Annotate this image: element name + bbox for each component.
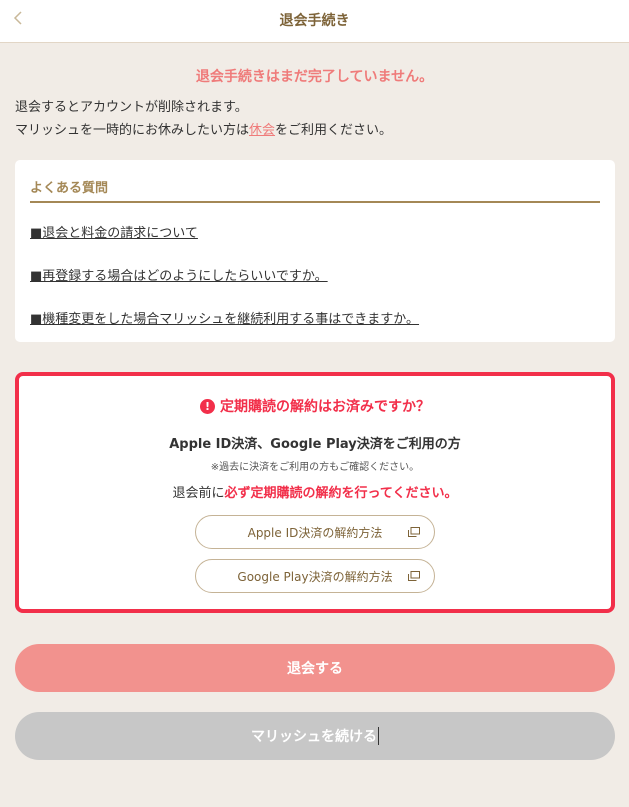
notice-line-2: マリッシュを一時的にお休みしたい方は休会をご利用ください。 — [15, 119, 392, 142]
subscription-heading: ! 定期購読の解約はお済みですか？ — [19, 396, 611, 416]
google-cancel-guide-label: Google Play決済の解約方法 — [237, 569, 393, 584]
withdraw-notice: 退会するとアカウントが削除されます。 マリッシュを一時的にお休みしたい方は休会を… — [15, 96, 392, 142]
subscription-heading-text: 定期購読の解約はお済みですか？ — [220, 399, 430, 415]
external-window-icon — [408, 571, 420, 581]
text-cursor — [378, 727, 379, 745]
notice-text-after: をご利用ください。 — [275, 123, 393, 138]
payment-note: ※過去に決済をご利用の方もご確認ください。 — [210, 462, 420, 473]
pause-link[interactable]: 休会 — [249, 123, 275, 138]
apple-cancel-guide-label: Apple ID決済の解約方法 — [247, 525, 383, 540]
faq-link-reregister[interactable]: ■再登録する場合はどのようにしたらいいですか。 — [30, 265, 328, 284]
incomplete-warning: 退会手続きはまだ完了していません。 — [195, 69, 434, 85]
google-cancel-guide-button[interactable]: Google Play決済の解約方法 — [195, 559, 435, 593]
header-bar: 退会手続き — [0, 0, 629, 43]
subscription-warning-box: ! 定期購読の解約はお済みですか？ Apple ID決済、Google Play… — [15, 372, 615, 613]
notice-line-1: 退会するとアカウントが削除されます。 — [15, 100, 248, 115]
faq-card: よくある質問 ■退会と料金の請求について ■再登録する場合はどのようにしたらいい… — [15, 160, 615, 342]
continue-button-label: マリッシュを続ける — [251, 729, 377, 745]
exclamation-circle-icon: ! — [200, 398, 215, 414]
page-title: 退会手続き — [279, 13, 350, 29]
faq-divider — [30, 201, 600, 203]
cancel-instruction-before: 退会前に — [172, 486, 225, 501]
payment-methods-text: Apple ID決済、Google Play決済をご利用の方 — [169, 437, 461, 452]
external-window-icon — [408, 527, 420, 537]
cancel-instruction-emphasis: 必ず定期購読の解約を行ってください。 — [224, 486, 458, 501]
faq-link-billing[interactable]: ■退会と料金の請求について — [30, 222, 198, 241]
faq-title: よくある質問 — [30, 181, 109, 196]
notice-text-before: マリッシュを一時的にお休みしたい方は — [15, 123, 250, 138]
faq-link-device-change[interactable]: ■機種変更をした場合マリッシュを継続利用する事はできますか。 — [30, 308, 419, 327]
cancel-instruction: 退会前に必ず定期購読の解約を行ってください。 — [19, 482, 611, 501]
continue-button[interactable]: マリッシュを続ける — [15, 712, 615, 760]
apple-cancel-guide-button[interactable]: Apple ID決済の解約方法 — [195, 515, 435, 549]
withdraw-button[interactable]: 退会する — [15, 644, 615, 692]
